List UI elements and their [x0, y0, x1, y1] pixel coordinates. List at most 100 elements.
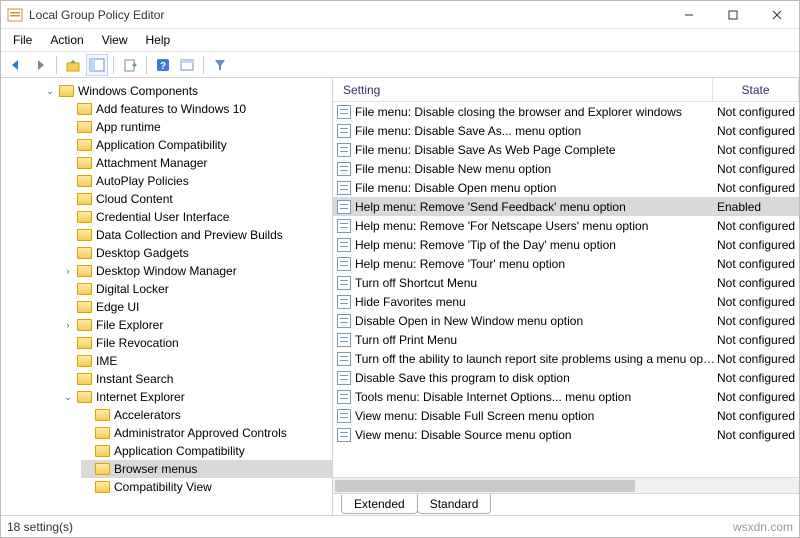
setting-row[interactable]: File menu: Disable Save As Web Page Comp… — [333, 140, 799, 159]
setting-row[interactable]: View menu: Disable Source menu optionNot… — [333, 425, 799, 444]
setting-row[interactable]: View menu: Disable Full Screen menu opti… — [333, 406, 799, 425]
policy-icon — [337, 257, 351, 271]
up-folder-button[interactable] — [62, 54, 84, 76]
setting-row[interactable]: Help menu: Remove 'Tour' menu optionNot … — [333, 254, 799, 273]
tree-node[interactable]: Cloud Content — [63, 190, 332, 208]
menu-action[interactable]: Action — [42, 31, 91, 49]
tree-node[interactable]: AutoPlay Policies — [63, 172, 332, 190]
setting-state: Not configured — [717, 314, 799, 328]
tree-node[interactable]: File Revocation — [63, 334, 332, 352]
horizontal-scrollbar[interactable] — [333, 477, 799, 493]
tree-pane[interactable]: ⌄ Windows Components Add features to Win… — [1, 78, 333, 515]
tab-extended[interactable]: Extended — [341, 495, 418, 514]
setting-name: Hide Favorites menu — [355, 295, 466, 309]
menu-file[interactable]: File — [5, 31, 40, 49]
folder-icon — [77, 265, 92, 277]
tree-node[interactable]: App runtime — [63, 118, 332, 136]
tree-node[interactable]: Browser menus — [81, 460, 332, 478]
tree-label: Instant Search — [96, 372, 173, 386]
show-hide-tree-button[interactable] — [86, 54, 108, 76]
tree-node[interactable]: Add features to Windows 10 — [63, 100, 332, 118]
titlebar: Local Group Policy Editor — [1, 1, 799, 29]
folder-icon — [95, 481, 110, 493]
chevron-down-icon[interactable]: ⌄ — [63, 392, 73, 403]
chevron-right-icon[interactable]: › — [63, 320, 73, 330]
setting-row[interactable]: Help menu: Remove 'For Netscape Users' m… — [333, 216, 799, 235]
column-state[interactable]: State — [713, 78, 799, 101]
tree-label: IME — [96, 354, 117, 368]
tree-node[interactable]: Instant Search — [63, 370, 332, 388]
tree-node-windows-components[interactable]: ⌄ Windows Components — [45, 82, 332, 100]
tree-node[interactable]: Application Compatibility — [63, 136, 332, 154]
tree-node[interactable]: Accelerators — [81, 406, 332, 424]
status-text: 18 setting(s) — [7, 520, 73, 534]
menu-view[interactable]: View — [94, 31, 136, 49]
tree-node[interactable]: Digital Locker — [63, 280, 332, 298]
tree-node[interactable]: › File Explorer — [63, 316, 332, 334]
setting-row[interactable]: File menu: Disable New menu optionNot co… — [333, 159, 799, 178]
folder-icon — [95, 427, 110, 439]
setting-state: Not configured — [717, 181, 799, 195]
setting-row[interactable]: Hide Favorites menuNot configured — [333, 292, 799, 311]
setting-row[interactable]: Help menu: Remove 'Tip of the Day' menu … — [333, 235, 799, 254]
maximize-button[interactable] — [711, 1, 755, 29]
setting-state: Not configured — [717, 257, 799, 271]
setting-name: File menu: Disable Save As... menu optio… — [355, 124, 581, 138]
tree-label: File Explorer — [96, 318, 163, 332]
setting-row[interactable]: Turn off the ability to launch report si… — [333, 349, 799, 368]
tree-label: Attachment Manager — [96, 156, 207, 170]
scroll-thumb[interactable] — [335, 480, 635, 492]
folder-icon — [95, 463, 110, 475]
setting-row[interactable]: Help menu: Remove 'Send Feedback' menu o… — [333, 197, 799, 216]
folder-icon — [77, 211, 92, 223]
toolbar-separator — [113, 56, 114, 74]
setting-name: Disable Open in New Window menu option — [355, 314, 583, 328]
folder-icon — [77, 355, 92, 367]
tree-node[interactable]: Edge UI — [63, 298, 332, 316]
policy-icon — [337, 371, 351, 385]
setting-row[interactable]: Tools menu: Disable Internet Options... … — [333, 387, 799, 406]
chevron-right-icon[interactable]: › — [63, 266, 73, 276]
folder-icon — [77, 157, 92, 169]
tree-label: Add features to Windows 10 — [96, 102, 246, 116]
tree-node[interactable]: Application Compatibility — [81, 442, 332, 460]
setting-row[interactable]: File menu: Disable Open menu optionNot c… — [333, 178, 799, 197]
setting-name: Help menu: Remove 'Tip of the Day' menu … — [355, 238, 616, 252]
setting-row[interactable]: File menu: Disable Save As... menu optio… — [333, 121, 799, 140]
tree-node[interactable]: Administrator Approved Controls — [81, 424, 332, 442]
tree-node[interactable]: ›Desktop Window Manager — [63, 262, 332, 280]
properties-button[interactable] — [176, 54, 198, 76]
tree-node[interactable]: Credential User Interface — [63, 208, 332, 226]
tree-node[interactable]: Attachment Manager — [63, 154, 332, 172]
tree-node[interactable]: Data Collection and Preview Builds — [63, 226, 332, 244]
tree-node[interactable]: Desktop Gadgets — [63, 244, 332, 262]
export-list-button[interactable] — [119, 54, 141, 76]
policy-icon — [337, 390, 351, 404]
chevron-down-icon[interactable]: ⌄ — [45, 86, 55, 97]
filter-button[interactable] — [209, 54, 231, 76]
list-header: Setting State — [333, 78, 799, 102]
setting-row[interactable]: Disable Save this program to disk option… — [333, 368, 799, 387]
close-button[interactable] — [755, 1, 799, 29]
policy-icon — [337, 143, 351, 157]
policy-icon — [337, 409, 351, 423]
help-button[interactable]: ? — [152, 54, 174, 76]
policy-icon — [337, 162, 351, 176]
tab-standard[interactable]: Standard — [417, 494, 492, 514]
tree-node[interactable]: ⌄Internet Explorer — [63, 388, 332, 406]
forward-button[interactable] — [29, 54, 51, 76]
minimize-button[interactable] — [667, 1, 711, 29]
setting-row[interactable]: File menu: Disable closing the browser a… — [333, 102, 799, 121]
column-setting[interactable]: Setting — [333, 78, 713, 101]
tree-node[interactable]: Compatibility View — [81, 478, 332, 496]
tree-node[interactable]: IME — [63, 352, 332, 370]
setting-row[interactable]: Turn off Shortcut MenuNot configured — [333, 273, 799, 292]
back-button[interactable] — [5, 54, 27, 76]
setting-row[interactable]: Disable Open in New Window menu option No… — [333, 311, 799, 330]
policy-icon — [337, 238, 351, 252]
setting-row[interactable]: Turn off Print MenuNot configured — [333, 330, 799, 349]
menu-help[interactable]: Help — [138, 31, 179, 49]
settings-list[interactable]: File menu: Disable closing the browser a… — [333, 102, 799, 477]
policy-icon — [337, 333, 351, 347]
folder-icon — [77, 139, 92, 151]
